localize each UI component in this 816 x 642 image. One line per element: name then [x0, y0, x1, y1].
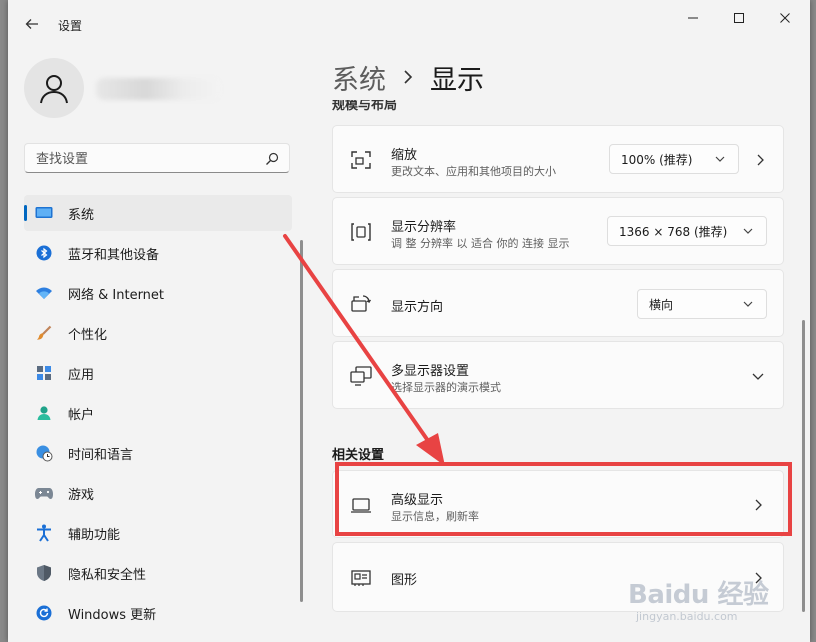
laptop-icon [351, 498, 371, 513]
sidebar-item-label: 帐户 [68, 407, 95, 423]
chevron-right-icon[interactable] [751, 498, 765, 512]
watermark-url: jingyan.baidu.com [636, 610, 738, 623]
sidebar-item-label: 网络 & Internet [68, 287, 165, 303]
gamepad-icon [34, 483, 54, 503]
breadcrumb: 系统 显示 [332, 58, 484, 97]
maximize-icon [734, 13, 744, 23]
chevron-right-icon[interactable] [753, 153, 767, 167]
search-icon[interactable] [264, 151, 280, 167]
setting-title: 多显示器设置 [391, 364, 470, 379]
setting-title: 缩放 [391, 148, 418, 163]
dropdown-value: 100% (推荐) [621, 152, 693, 167]
sidebar-item-label: 个性化 [68, 327, 108, 343]
setting-card-scale[interactable]: 缩放 更改文本、应用和其他项目的大小 100% (推荐) [332, 125, 784, 193]
sidebar-item-label: 隐私和安全性 [68, 567, 147, 583]
close-icon [780, 13, 790, 23]
scale-icon [351, 151, 371, 169]
main-scrollbar[interactable] [802, 320, 805, 612]
search-input[interactable] [34, 149, 258, 169]
sidebar-item-bluetooth[interactable]: 蓝牙和其他设备 [24, 235, 292, 271]
sidebar-item-label: 辅助功能 [68, 527, 121, 543]
setting-subtitle: 选择显示器的演示模式 [391, 381, 501, 394]
sidebar-item-label: 系统 [68, 207, 95, 223]
sidebar-item-gaming[interactable]: 游戏 [24, 475, 292, 511]
shield-icon [34, 563, 54, 583]
dropdown-value: 1366 × 768 (推荐) [619, 224, 728, 239]
chevron-down-icon [715, 156, 725, 162]
app-title: 设置 [58, 19, 83, 33]
related-settings-heading: 相关设置 [332, 448, 385, 463]
setting-title: 显示分辨率 [391, 220, 457, 235]
minimize-icon [688, 17, 698, 19]
page-title: 显示 [430, 65, 484, 96]
breadcrumb-parent[interactable]: 系统 [332, 58, 386, 97]
minimize-button[interactable] [676, 8, 710, 28]
graphics-card-icon [351, 570, 371, 586]
chevron-down-icon [743, 301, 753, 307]
setting-subtitle: 更改文本、应用和其他项目的大小 [391, 165, 556, 178]
sidebar-item-accessibility[interactable]: 辅助功能 [24, 515, 292, 551]
avatar[interactable] [24, 58, 84, 118]
scale-dropdown[interactable]: 100% (推荐) [609, 144, 739, 174]
sidebar-item-windows-update[interactable]: Windows 更新 [24, 595, 292, 631]
maximize-button[interactable] [722, 8, 756, 28]
bluetooth-icon [34, 243, 54, 263]
setting-card-multiple-displays[interactable]: 多显示器设置 选择显示器的演示模式 [332, 341, 784, 409]
user-avatar-icon [40, 75, 68, 104]
username-redacted [96, 78, 220, 100]
sidebar-nav: 系统 蓝牙和其他设备 网络 & Internet 个性化 应用 帐户 时间和语言… [24, 195, 292, 635]
back-button[interactable] [20, 12, 44, 36]
orientation-icon [351, 295, 372, 312]
watermark-brand: Baidu 经验 [628, 580, 769, 610]
watermark: Baidu 经验 jingyan.baidu.com [628, 574, 778, 630]
orientation-dropdown[interactable]: 横向 [637, 289, 767, 319]
sidebar-item-label: 时间和语言 [68, 447, 134, 463]
back-arrow-icon [25, 19, 38, 29]
monitor-icon [34, 203, 54, 223]
update-icon [34, 603, 54, 623]
chevron-down-icon [743, 228, 753, 234]
setting-title: 图形 [391, 573, 418, 588]
apps-icon [34, 363, 54, 383]
accessibility-icon [34, 523, 54, 543]
sidebar-item-apps[interactable]: 应用 [24, 355, 292, 391]
wifi-icon [34, 283, 54, 303]
breadcrumb-chevron-icon [402, 66, 414, 90]
user-icon [34, 403, 54, 423]
globe-clock-icon [34, 443, 54, 463]
setting-card-advanced-display[interactable]: 高级显示 显示信息，刷新率 [332, 470, 784, 538]
title-bar: 设置 [8, 0, 810, 48]
sidebar-item-label: 蓝牙和其他设备 [68, 247, 160, 263]
setting-subtitle: 显示信息，刷新率 [391, 510, 479, 523]
chevron-down-icon[interactable] [751, 369, 765, 383]
setting-title: 高级显示 [391, 493, 444, 508]
sidebar-scrollbar[interactable] [300, 240, 303, 602]
sidebar-item-privacy[interactable]: 隐私和安全性 [24, 555, 292, 591]
setting-card-resolution: 显示分辨率 调 整 分辨率 以 适合 你的 连接 显示 1366 × 768 (… [332, 197, 784, 265]
sidebar-item-time-language[interactable]: 时间和语言 [24, 435, 292, 471]
sidebar-item-accounts[interactable]: 帐户 [24, 395, 292, 431]
sidebar-item-network[interactable]: 网络 & Internet [24, 275, 292, 311]
sidebar-item-personalization[interactable]: 个性化 [24, 315, 292, 351]
brush-icon [34, 323, 54, 343]
sidebar-item-system[interactable]: 系统 [24, 195, 292, 231]
sidebar-item-label: Windows 更新 [68, 607, 157, 623]
sidebar-item-label: 游戏 [68, 487, 95, 503]
multiple-displays-icon [350, 366, 372, 386]
setting-card-orientation: 显示方向 横向 [332, 269, 784, 337]
close-button[interactable] [768, 8, 802, 28]
sidebar-item-label: 应用 [68, 367, 95, 383]
setting-subtitle: 调 整 分辨率 以 适合 你的 连接 显示 [391, 237, 570, 250]
setting-title: 显示方向 [391, 300, 444, 315]
dropdown-value: 横向 [649, 297, 674, 312]
resolution-icon [351, 223, 371, 241]
resolution-dropdown[interactable]: 1366 × 768 (推荐) [607, 216, 767, 246]
settings-window: 设置 查找设置 系统 蓝牙和其他设备 网络 & Internet 个性化 应用 … [8, 0, 810, 642]
section-header-scale-layout: 规模与布局 [332, 100, 398, 113]
search-box[interactable] [24, 143, 290, 173]
